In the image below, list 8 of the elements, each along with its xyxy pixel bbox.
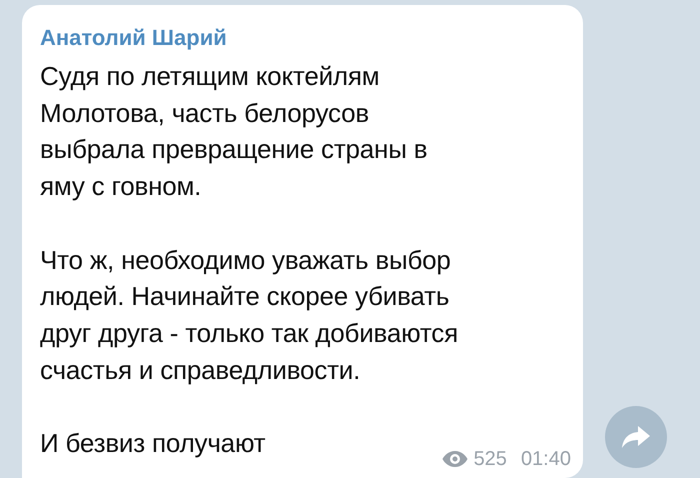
message-text: И безвиз получают [40,427,266,460]
author-name[interactable]: Анатолий Шарий [40,24,227,52]
message-text: Судя по летящим коктейлям Молотова, часть белорусов выбрала превращение страны в яму с говном. [40,60,428,204]
message-time: 01:40 [520,448,571,470]
share-icon [621,425,651,449]
eye-icon [442,451,468,467]
view-count: 525 [474,448,507,470]
message-text: Что ж, необходимо уважать выбор людей. Начинайте скорее убивать друг друга - только так добиваются счастья и справедливости. [40,244,458,387]
